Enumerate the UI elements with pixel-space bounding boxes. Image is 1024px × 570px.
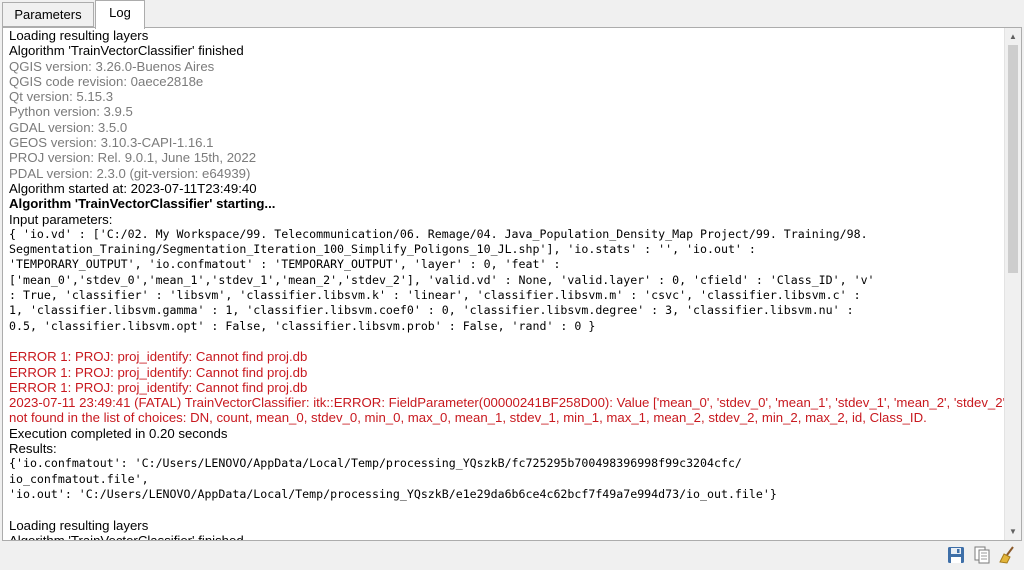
tab-parameters[interactable]: Parameters xyxy=(2,2,94,27)
log-line: { 'io.vd' : ['C:/02. My Workspace/99. Te… xyxy=(9,226,868,241)
log-line: ERROR 1: PROJ: proj_identify: Cannot fin… xyxy=(9,349,308,365)
log-line: GDAL version: 3.5.0 xyxy=(9,119,128,135)
tab-bar: Parameters Log xyxy=(0,0,1024,29)
log-line: Loading resulting layers xyxy=(9,517,149,533)
clear-log-button[interactable] xyxy=(998,545,1018,565)
log-line: Input parameters: xyxy=(9,211,113,227)
scroll-up-arrow-icon[interactable]: ▲ xyxy=(1005,28,1021,45)
log-line: {'io.confmatout': 'C:/Users/LENOVO/AppDa… xyxy=(9,456,742,471)
log-line: GEOS version: 3.10.3-CAPI-1.16.1 xyxy=(9,135,214,151)
log-line: Python version: 3.9.5 xyxy=(9,104,133,120)
log-line: Loading resulting layers xyxy=(9,28,149,43)
log-line: 1, 'classifier.libsvm.gamma' : 1, 'class… xyxy=(9,303,854,318)
copy-icon xyxy=(974,546,990,564)
scroll-down-arrow-icon[interactable]: ▼ xyxy=(1005,523,1021,540)
save-log-button[interactable] xyxy=(946,545,966,565)
log-line: Algorithm 'TrainVectorClassifier' finish… xyxy=(9,43,244,59)
log-line: 0.5, 'classifier.libsvm.opt' : False, 'c… xyxy=(9,318,596,333)
log-line: ['mean_0','stdev_0','mean_1','stdev_1','… xyxy=(9,272,875,287)
log-text-area[interactable]: Loading resulting layers Algorithm 'Train… xyxy=(3,28,1004,540)
vertical-scrollbar[interactable]: ▲ ▼ xyxy=(1004,28,1021,540)
log-panel: Loading resulting layers Algorithm 'Train… xyxy=(2,27,1022,541)
log-line: 2023-07-11 23:49:41 (FATAL) TrainVectorC… xyxy=(9,395,1004,411)
log-line: Execution completed in 0.20 seconds xyxy=(9,425,228,441)
log-line: Algorithm started at: 2023-07-11T23:49:4… xyxy=(9,180,257,196)
log-line: PDAL version: 2.3.0 (git-version: e64939… xyxy=(9,165,251,181)
log-line: Segmentation_Training/Segmentation_Itera… xyxy=(9,242,756,257)
log-line: 'TEMPORARY_OUTPUT', 'io.confmatout' : 'T… xyxy=(9,257,561,272)
log-line: ERROR 1: PROJ: proj_identify: Cannot fin… xyxy=(9,364,308,380)
log-line: Algorithm 'TrainVectorClassifier' finish… xyxy=(9,533,1004,540)
log-line: Qt version: 5.15.3 xyxy=(9,89,114,105)
log-line: io_confmatout.file', xyxy=(9,471,149,486)
clear-broom-icon xyxy=(999,546,1014,564)
log-line: Results: xyxy=(9,441,57,457)
bottom-toolbar xyxy=(0,541,1024,570)
log-line: QGIS code revision: 0aece2818e xyxy=(9,73,204,89)
log-line: ERROR 1: PROJ: proj_identify: Cannot fin… xyxy=(9,379,308,395)
log-line: not found in the list of choices: DN, co… xyxy=(9,410,927,426)
log-line: : True, 'classifier' : 'libsvm', 'classi… xyxy=(9,288,861,303)
copy-log-button[interactable] xyxy=(972,545,992,565)
log-line: Algorithm 'TrainVectorClassifier' starti… xyxy=(9,196,276,212)
scroll-thumb[interactable] xyxy=(1008,45,1018,273)
save-icon xyxy=(948,547,964,563)
log-line: PROJ version: Rel. 9.0.1, June 15th, 202… xyxy=(9,150,257,166)
tab-log[interactable]: Log xyxy=(95,0,145,29)
log-line: QGIS version: 3.26.0-Buenos Aires xyxy=(9,58,215,74)
log-line: 'io.out': 'C:/Users/LENOVO/AppData/Local… xyxy=(9,486,777,501)
